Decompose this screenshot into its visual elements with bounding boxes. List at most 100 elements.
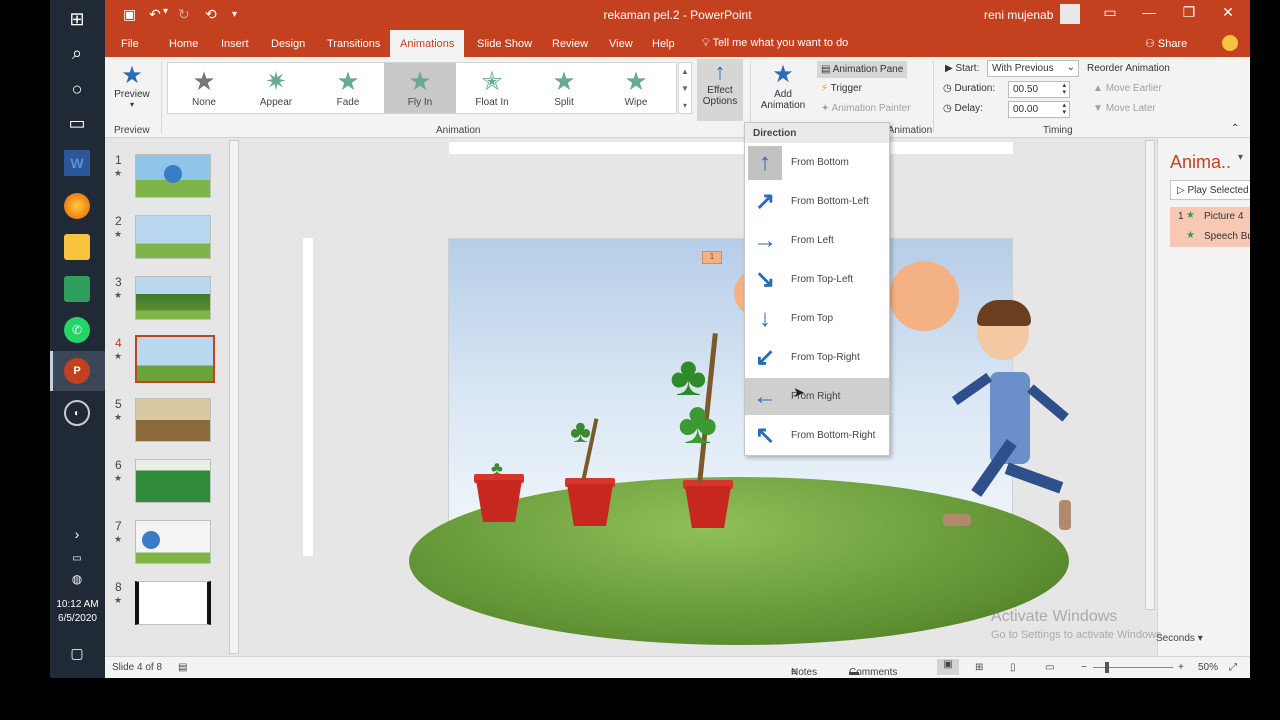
close-icon[interactable]: ✕ [1218, 4, 1238, 24]
zoom-out-icon[interactable]: − [1081, 662, 1087, 673]
chevron-right-icon[interactable]: › [64, 521, 90, 547]
gallery-item-appear[interactable]: ✷ Appear [240, 63, 312, 113]
direction-from-right[interactable]: ← From Right ➤ [745, 378, 889, 415]
sheets-icon[interactable] [64, 276, 90, 302]
move-earlier-button[interactable]: ▲ Move Earlier [1093, 83, 1162, 94]
animation-item-speech-bubble[interactable]: ★ Speech Bubbl... [1170, 227, 1250, 247]
globe-volume-icon[interactable]: ◍ [64, 566, 90, 592]
animation-item-picture-4[interactable]: 1 ★ Picture 4 [1170, 207, 1250, 227]
boy-character[interactable] [935, 300, 1071, 544]
gallery-item-float-in[interactable]: ✭ Float In [456, 63, 528, 113]
duration-label: ◷ Duration: [943, 83, 995, 94]
tab-design[interactable]: Design [271, 38, 305, 50]
slide-thumbnail-1[interactable] [135, 154, 211, 198]
move-later-button[interactable]: ▼ Move Later [1093, 103, 1156, 114]
slideshow-view-icon[interactable]: ▭ [1045, 662, 1054, 673]
animation-pane-button[interactable]: ▤ Animation Pane [817, 61, 908, 78]
action-center-icon[interactable]: ▢ [64, 640, 90, 666]
share-button[interactable]: ⚇ Share [1145, 37, 1187, 50]
normal-view-icon[interactable]: ▣ [937, 659, 959, 675]
gallery-scroll[interactable]: ▲ ▼ ▾ [678, 62, 692, 114]
windows-start-icon[interactable]: ⊞ [64, 6, 90, 32]
direction-from-bottom[interactable]: ↑ From Bottom [745, 144, 889, 181]
firefox-icon[interactable] [64, 193, 90, 219]
move-later-label: Move Later [1105, 103, 1156, 114]
slide-thumbnail-2[interactable] [135, 215, 211, 259]
slide-thumbnail-3[interactable] [135, 276, 211, 320]
chevron-down-icon: ▾ [129, 100, 134, 109]
direction-from-top-left[interactable]: ↘ From Top-Left [745, 261, 889, 298]
direction-from-bottom-left[interactable]: ↗ From Bottom-Left [745, 183, 889, 220]
tab-help[interactable]: Help [652, 38, 675, 50]
pot-medium[interactable] [567, 484, 613, 526]
direction-from-top[interactable]: ↓ From Top [745, 300, 889, 337]
trigger-button[interactable]: ⚡︎ Trigger [821, 83, 862, 94]
gallery-item-wipe[interactable]: ★ Wipe [600, 63, 672, 113]
chevron-down-icon[interactable]: ▾ [1238, 152, 1243, 163]
pot-large[interactable] [685, 486, 731, 528]
tab-animations[interactable]: Animations [390, 30, 465, 57]
duration-text: Duration: [954, 83, 996, 94]
obs-icon[interactable]: ◐ [64, 400, 90, 426]
fit-slide-icon[interactable]: ⤢ [1229, 662, 1237, 673]
thumbnails-scrollbar[interactable] [229, 140, 239, 654]
tab-insert[interactable]: Insert [221, 38, 249, 50]
gallery-item-fade[interactable]: ★ Fade [312, 63, 384, 113]
tab-transitions[interactable]: Transitions [327, 38, 380, 50]
gallery-item-split[interactable]: ★ Split [528, 63, 600, 113]
animation-order-marker[interactable]: 1 [702, 251, 722, 264]
duration-input[interactable]: 00.50 ▴ ▾ [1008, 81, 1070, 98]
arrow-up-right-icon: ↗ [754, 188, 776, 215]
file-explorer-icon[interactable] [64, 234, 90, 260]
tab-review[interactable]: Review [552, 38, 588, 50]
zoom-slider-handle[interactable] [1105, 662, 1109, 673]
animation-painter-button[interactable]: ✦ Animation Painter [821, 103, 911, 114]
direction-from-bottom-right[interactable]: ↖ From Bottom-Right [745, 417, 889, 454]
zoom-level[interactable]: 50% [1198, 662, 1218, 673]
smiley-feedback-icon[interactable] [1222, 35, 1238, 51]
tab-view[interactable]: View [609, 38, 633, 50]
clock[interactable]: 10:12 AM 6/5/2020 [50, 598, 105, 626]
tab-home[interactable]: Home [169, 38, 198, 50]
user-name[interactable]: reni mujenab [984, 8, 1053, 22]
gallery-item-none[interactable]: ★ None [168, 63, 240, 113]
powerpoint-icon[interactable]: P [64, 358, 90, 384]
cortana-icon[interactable]: ○ [64, 76, 90, 102]
tab-slide-show[interactable]: Slide Show [477, 38, 532, 50]
add-animation-button[interactable]: ★ Add Animation [755, 61, 811, 111]
direction-from-left[interactable]: → From Left [745, 222, 889, 259]
animation-pane-icon: ▤ [821, 64, 833, 75]
accessibility-icon[interactable]: ▤ [178, 662, 187, 673]
reading-view-icon[interactable]: ▯ [1010, 662, 1016, 673]
pot-small[interactable] [476, 480, 522, 522]
slide-thumbnail-7[interactable] [135, 520, 211, 564]
editor-scrollbar[interactable] [1145, 140, 1155, 610]
ribbon-display-options-icon[interactable]: ▭ [1100, 4, 1120, 24]
tell-me-box[interactable]: 💡︎ Tell me what you want to do [702, 37, 848, 50]
slide-counter[interactable]: Slide 4 of 8 [112, 662, 162, 673]
slide-thumbnail-4[interactable] [135, 335, 215, 383]
slide-thumbnail-5[interactable] [135, 398, 211, 442]
slide-thumbnail-6[interactable] [135, 459, 211, 503]
task-view-icon[interactable]: ▭ [64, 110, 90, 136]
start-select[interactable]: With Previous ⌄ [987, 60, 1079, 77]
delay-input[interactable]: 00.00 ▴ ▾ [1008, 101, 1070, 118]
play-selected-button[interactable]: ▷ Play Selected [1170, 180, 1250, 200]
collapse-ribbon-icon[interactable]: ⌃ [1231, 123, 1239, 134]
user-avatar[interactable] [1060, 4, 1080, 24]
minimize-icon[interactable]: — [1139, 4, 1159, 24]
effect-options-button[interactable]: ↑ Effect Options [697, 59, 743, 121]
word-icon[interactable]: W [64, 150, 90, 176]
direction-from-top-right[interactable]: ↙ From Top-Right [745, 339, 889, 376]
preview-button[interactable]: ★ Preview ▾ [111, 63, 153, 110]
gallery-item-fly-in[interactable]: ★ Fly In [384, 63, 456, 113]
whatsapp-icon[interactable]: ✆ [64, 317, 90, 343]
arrow-left-icon: ← [753, 383, 777, 410]
tab-file[interactable]: File [121, 38, 139, 50]
restore-icon[interactable]: ❐ [1179, 4, 1199, 24]
search-icon[interactable]: ⌕ [64, 40, 90, 66]
divider [933, 61, 934, 133]
slide-thumbnail-8[interactable] [135, 581, 211, 625]
slide-sorter-icon[interactable]: ⊞ [975, 662, 983, 673]
zoom-in-icon[interactable]: + [1178, 662, 1184, 673]
